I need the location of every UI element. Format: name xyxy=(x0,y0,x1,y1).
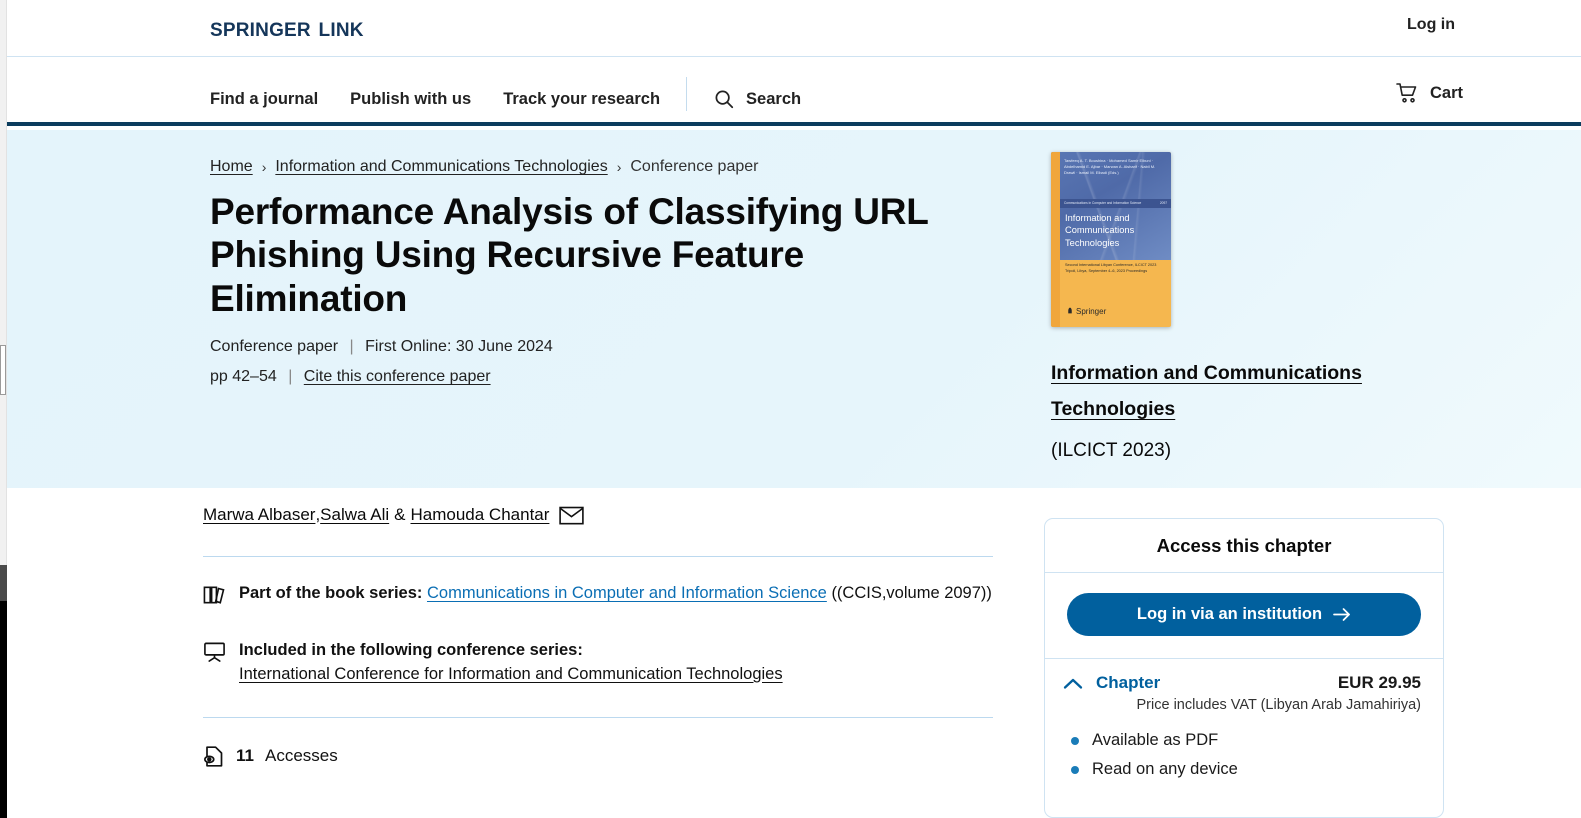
conference-series-info: Included in the following conference ser… xyxy=(203,639,993,687)
chapter-price: EUR 29.95 xyxy=(1338,673,1421,693)
author-link-3[interactable]: Hamouda Chantar xyxy=(411,505,550,525)
springer-knight-icon xyxy=(1067,307,1073,316)
content-divider xyxy=(203,717,993,718)
cover-series-name: Communications in Computer and Informati… xyxy=(1064,199,1141,208)
conference-code: (ILCICT 2023) xyxy=(1051,440,1171,462)
chevron-up-icon[interactable] xyxy=(1063,677,1083,690)
accesses-count: 11 xyxy=(236,746,254,766)
window-edge-grey-band xyxy=(0,565,7,601)
window-edge-black-band xyxy=(0,601,7,818)
chapter-features-list: Available as PDF Read on any device xyxy=(1045,713,1443,779)
cover-series-number: 2097 xyxy=(1160,199,1167,208)
nav-divider xyxy=(686,77,687,111)
search-button[interactable]: Search xyxy=(713,88,801,110)
author-link-2[interactable]: Salwa Ali xyxy=(320,505,389,525)
book-title-link-wrapper: Information and Communications Technolog… xyxy=(1051,355,1431,427)
first-online-label: First Online: 30 June 2024 xyxy=(365,338,553,355)
books-icon xyxy=(203,582,226,614)
paper-meta-type-date: Conference paper | First Online: 30 June… xyxy=(210,338,553,356)
cart-button[interactable]: Cart xyxy=(1395,81,1463,105)
cover-publisher-name: Springer xyxy=(1076,307,1106,316)
meta-separator: | xyxy=(350,338,354,355)
paper-type-label: Conference paper xyxy=(210,338,338,355)
cover-editors: Tawfeeq A. T. Boushina · Mohamed Samir E… xyxy=(1064,158,1166,177)
conference-series-text: Included in the following conference ser… xyxy=(239,639,783,687)
cover-title: Information and Communications Technolog… xyxy=(1065,212,1165,249)
hero-section: Home › Information and Communications Te… xyxy=(7,130,1581,488)
access-card-heading: Access this chapter xyxy=(1045,519,1443,573)
vat-note: Price includes VAT (Libyan Arab Jamahiri… xyxy=(1045,693,1443,713)
book-series-volume: ((CCIS,volume 2097)) xyxy=(831,584,991,602)
main-content-column: Marwa Albaser, Salwa Ali&Hamouda Chantar… xyxy=(203,505,993,768)
search-icon xyxy=(713,88,735,110)
chapter-purchase-row[interactable]: Chapter EUR 29.95 xyxy=(1045,659,1443,693)
conference-series-link[interactable]: International Conference for Information… xyxy=(239,665,783,683)
book-series-text: Part of the book series: Communications … xyxy=(239,582,992,606)
accesses-label: Accesses xyxy=(265,746,338,766)
cite-this-paper-link[interactable]: Cite this conference paper xyxy=(304,368,491,385)
chevron-right-icon: › xyxy=(262,159,267,175)
book-series-link[interactable]: Communications in Computer and Informati… xyxy=(427,584,827,602)
conference-series-label: Included in the following conference ser… xyxy=(239,641,583,659)
nav-item-find-a-journal[interactable]: Find a journal xyxy=(210,90,318,109)
list-item: Available as PDF xyxy=(1071,731,1443,750)
feature-label: Read on any device xyxy=(1092,760,1238,779)
book-series-label: Part of the book series: xyxy=(239,584,422,602)
nav-items: Find a journal Publish with us Track you… xyxy=(210,82,801,116)
page-title: Performance Analysis of Classifying URL … xyxy=(210,190,940,320)
breadcrumb-item-home[interactable]: Home xyxy=(210,158,253,176)
envelope-icon[interactable] xyxy=(559,506,584,525)
chevron-right-icon: › xyxy=(617,159,622,175)
book-title-link[interactable]: Information and Communications Technolog… xyxy=(1051,362,1362,420)
author-separator-amp: & xyxy=(394,505,405,525)
pages-label: pp 42–54 xyxy=(210,368,277,385)
cover-publisher: Springer xyxy=(1067,307,1106,316)
breadcrumb-item-book[interactable]: Information and Communications Technolog… xyxy=(275,158,607,176)
nav-item-publish-with-us[interactable]: Publish with us xyxy=(350,90,471,109)
breadcrumb: Home › Information and Communications Te… xyxy=(210,158,758,176)
book-cover-image[interactable]: Tawfeeq A. T. Boushina · Mohamed Samir E… xyxy=(1051,152,1171,327)
bullet-icon xyxy=(1071,766,1079,774)
presentation-icon xyxy=(203,639,226,671)
chapter-label[interactable]: Chapter xyxy=(1096,673,1160,693)
cover-series-band: Communications in Computer and Informati… xyxy=(1060,199,1171,208)
main-navigation-bar: Find a journal Publish with us Track you… xyxy=(7,57,1581,126)
feature-label: Available as PDF xyxy=(1092,731,1218,750)
search-label: Search xyxy=(746,90,801,109)
content-divider xyxy=(203,556,993,557)
access-this-chapter-card: Access this chapter Log in via an instit… xyxy=(1044,518,1444,818)
breadcrumb-item-current: Conference paper xyxy=(630,158,758,176)
arrow-right-icon xyxy=(1333,607,1351,622)
meta-separator: | xyxy=(288,368,292,385)
book-series-info: Part of the book series: Communications … xyxy=(203,582,993,614)
cover-spine xyxy=(1051,152,1060,327)
cover-subtitle: Second International Libyan Conference, … xyxy=(1065,263,1165,275)
cart-icon xyxy=(1395,81,1419,105)
nav-item-track-your-research[interactable]: Track your research xyxy=(503,90,660,109)
accesses-icon xyxy=(203,745,225,768)
login-via-institution-label: Log in via an institution xyxy=(1137,605,1322,624)
window-edge-marker xyxy=(0,345,6,395)
author-list: Marwa Albaser, Salwa Ali&Hamouda Chantar xyxy=(203,505,993,525)
springer-link-logo[interactable]: Springer Link xyxy=(210,12,364,43)
login-link[interactable]: Log in xyxy=(1407,16,1455,34)
accesses-metric: 11 Accesses xyxy=(203,745,993,768)
springerlink-page: Springer Link Log in Find a journal Publ… xyxy=(0,0,1581,818)
login-via-institution-button[interactable]: Log in via an institution xyxy=(1067,593,1421,636)
list-item: Read on any device xyxy=(1071,760,1443,779)
top-bar: Springer Link Log in xyxy=(7,0,1581,57)
bullet-icon xyxy=(1071,737,1079,745)
cart-label: Cart xyxy=(1430,84,1463,103)
paper-meta-pages-cite: pp 42–54 | Cite this conference paper xyxy=(210,368,491,386)
author-link-1[interactable]: Marwa Albaser xyxy=(203,505,315,525)
